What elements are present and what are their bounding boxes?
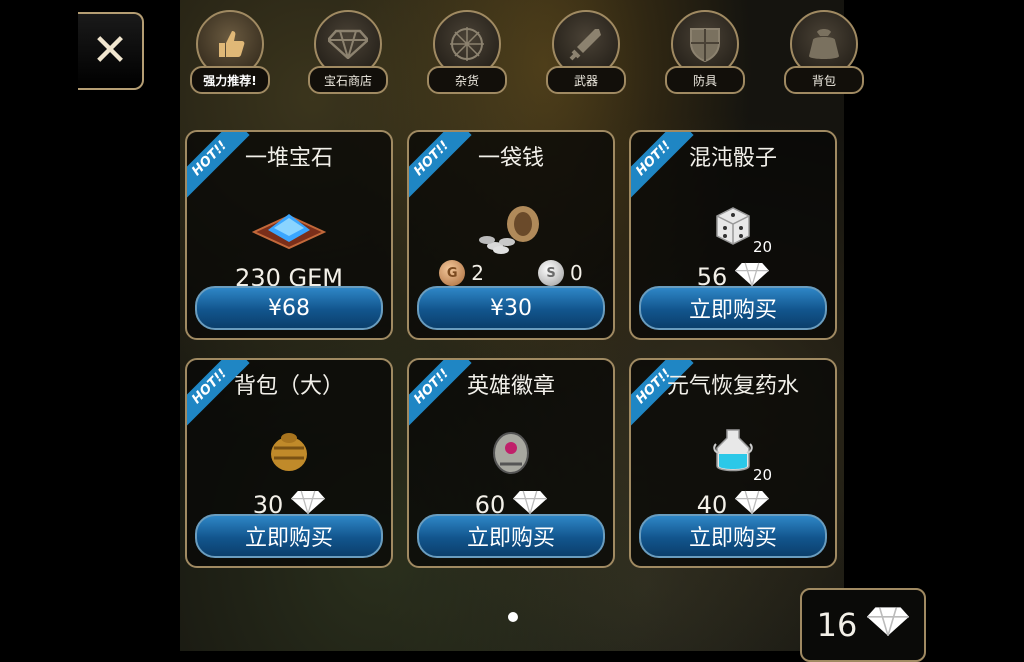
item-count: 20 — [753, 466, 773, 484]
close-button[interactable]: ✕ — [78, 12, 144, 90]
item-count: 20 — [753, 238, 773, 256]
shop-item-card[interactable]: HOT!! 一堆宝石 230 GEM ¥68 — [185, 130, 393, 340]
item-title: 一袋钱 — [477, 146, 544, 171]
backpack-icon — [266, 430, 312, 480]
tab-label: 防具 — [665, 66, 745, 94]
buy-button[interactable]: 立即购买 — [417, 514, 605, 558]
shop-item-card[interactable]: HOT!! 一袋钱 G 2 S 0 ¥30 — [407, 130, 615, 340]
tab-goods[interactable]: 杂货 — [427, 10, 507, 94]
buy-button[interactable]: ¥68 — [195, 286, 383, 330]
tab-label: 背包 — [784, 66, 864, 94]
potion-icon — [712, 426, 754, 480]
money-bag-icon — [471, 202, 551, 262]
close-icon: ✕ — [91, 25, 129, 76]
silver-coin-icon: S — [538, 260, 564, 286]
buy-button[interactable]: 立即购买 — [639, 286, 827, 330]
item-title: 混沌骰子 — [688, 146, 777, 171]
item-title: 背包（大） — [233, 374, 344, 399]
gem-balance-value: 16 — [816, 606, 858, 644]
tab-label: 武器 — [546, 66, 626, 94]
tab-armor[interactable]: 防具 — [665, 10, 745, 94]
badge-icon — [490, 430, 532, 480]
item-title: 英雄徽章 — [466, 374, 555, 399]
tab-backpack[interactable]: 背包 — [784, 10, 864, 94]
tab-recommended[interactable]: 强力推荐! — [190, 10, 270, 94]
buy-button[interactable]: 立即购买 — [195, 514, 383, 558]
shop-item-card[interactable]: HOT!! 元气恢复药水 20 40 立即购买 — [629, 358, 837, 568]
tab-gem-shop[interactable]: 宝石商店 — [308, 10, 388, 94]
gem-pile-icon — [251, 202, 327, 256]
shop-item-card[interactable]: HOT!! 混沌骰子 20 56 立即购买 — [629, 130, 837, 340]
copper-coin-icon: G — [439, 260, 466, 286]
diamond-icon — [867, 604, 910, 646]
tab-label: 强力推荐! — [190, 66, 270, 94]
buy-button[interactable]: ¥30 — [417, 286, 605, 330]
dice-icon — [713, 206, 753, 250]
buy-button[interactable]: 立即购买 — [639, 514, 827, 558]
page-indicator-dot[interactable] — [508, 612, 518, 622]
item-title: 一堆宝石 — [244, 146, 333, 171]
silver-amount: 0 — [570, 261, 583, 285]
copper-amount: 2 — [471, 261, 484, 285]
shop-item-card[interactable]: HOT!! 英雄徽章 60 立即购买 — [407, 358, 615, 568]
tab-label: 杂货 — [427, 66, 507, 94]
tab-weapons[interactable]: 武器 — [546, 10, 626, 94]
shop-item-card[interactable]: HOT!! 背包（大） 30 立即购买 — [185, 358, 393, 568]
item-title: 元气恢复药水 — [666, 374, 799, 399]
tab-label: 宝石商店 — [308, 66, 388, 94]
